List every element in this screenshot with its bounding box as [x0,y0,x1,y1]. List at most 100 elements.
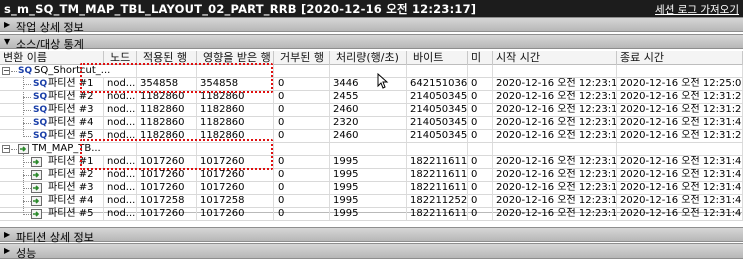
cell-mi: 0 [468,104,493,116]
tree-connector [23,97,31,98]
source-qualifier-icon: SQ [18,66,33,76]
get-session-log-link[interactable]: 세션 로그 가져오기 [655,2,739,17]
tree-connector [23,214,31,215]
cell-affected: 1182860 [197,104,274,116]
cell-affected: 1017260 [197,182,274,194]
cell-throughput: 3446 [330,78,407,90]
cell-start: 2020-12-16 오전 12:23:19 [493,156,617,168]
cell-rejected: 0 [274,208,330,220]
cell-node: nod... [104,104,137,116]
tree-connector [23,84,31,85]
cell-rejected: 0 [274,91,330,103]
cell-mi: 0 [468,182,493,194]
cell-node: nod... [104,195,137,207]
column-header[interactable]: 시작 시간 [493,51,617,65]
section-performance[interactable]: ▶ 성능 [0,243,743,259]
cell-bytes: 6421510368 [407,78,468,90]
mouse-cursor-icon [377,72,389,92]
cell-mi: 0 [468,130,493,142]
cell-end: 2020-12-16 오전 12:31:49 [617,208,743,220]
cell-rejected: 0 [274,195,330,207]
cell-node: nod... [104,182,137,194]
partition-row[interactable]: SQ 파티션 #4 nod... 1182860 1182860 0 2320 2140503… [0,117,743,130]
cell-bytes: 21405034560 [407,91,468,103]
cell-throughput: 2455 [330,91,407,103]
cell-throughput: 1995 [330,208,407,220]
cell-bytes: 18221125296 [407,195,468,207]
empty-cell [493,65,617,77]
source-qualifier-icon: SQ [33,131,48,141]
partition-row[interactable]: 파티션 #3 nod... 1017260 1017260 0 1995 182211611… [0,182,743,195]
column-header[interactable]: 처리량(행/초) [330,51,407,65]
column-header[interactable]: 거부된 행 [274,51,330,65]
cell-node: nod... [104,117,137,129]
collapse-arrow-icon[interactable]: ▼ [4,37,10,46]
column-header[interactable]: 종료 시간 [617,51,743,65]
section-partition-details[interactable]: ▶ 파티션 상세 정보 [0,227,743,244]
expand-arrow-icon[interactable]: ▶ [4,230,10,239]
cell-node: nod... [104,169,137,181]
section-source-target-stats[interactable]: ▼ 소스/대상 통계 [0,34,743,51]
target-table-icon [31,195,42,207]
expand-arrow-icon[interactable]: ▶ [4,246,10,255]
cell-throughput: 2460 [330,104,407,116]
cell-node: nod... [104,208,137,220]
target-table-icon [31,208,42,220]
tree-connector [23,201,31,202]
tree-connector [23,136,31,137]
empty-cell [274,65,330,77]
cell-end: 2020-12-16 오전 12:31:49 [617,117,743,129]
partition-row[interactable]: 파티션 #2 nod... 1017260 1017260 0 1995 182211611… [0,169,743,182]
cell-throughput: 1995 [330,156,407,168]
cell-end: 2020-12-16 오전 12:31:49 [617,156,743,168]
cell-end: 2020-12-16 오전 12:31:49 [617,182,743,194]
collapse-toggle-icon[interactable]: − [2,145,10,153]
cell-bytes: 18221161120 [407,156,468,168]
cell-rejected: 0 [274,78,330,90]
empty-cell [468,65,493,77]
cell-affected: 1017258 [197,195,274,207]
cell-applied: 1182860 [137,104,197,116]
partition-row[interactable]: SQ 파티션 #3 nod... 1182860 1182860 0 2460 2140503… [0,104,743,117]
cell-affected: 1182860 [197,117,274,129]
cell-throughput: 2460 [330,130,407,142]
source-qualifier-icon: SQ [33,105,48,115]
cell-applied: 1182860 [137,117,197,129]
cell-bytes: 18221161120 [407,169,468,181]
empty-cell [468,143,493,155]
cell-throughput: 1995 [330,169,407,181]
section-label: 작업 상세 정보 [16,21,84,34]
empty-cell [274,143,330,155]
column-header[interactable]: 미 [468,51,493,65]
cell-end: 2020-12-16 오전 12:31:20 [617,104,743,116]
expand-arrow-icon[interactable]: ▶ [4,20,10,29]
section-label: 성능 [16,247,37,259]
partition-name: 파티션 #3 [48,182,94,193]
cell-start: 2020-12-16 오전 12:23:19 [493,117,617,129]
tree-connector [23,123,31,124]
empty-cell [617,65,743,77]
source-qualifier-icon: SQ [33,92,48,102]
partition-name: 파티션 #5 [48,208,94,219]
cell-end: 2020-12-16 오전 12:31:49 [617,169,743,181]
empty-cell [330,143,407,155]
collapse-toggle-icon[interactable]: − [2,67,10,75]
partition-name: 파티션 #4 [48,117,94,128]
cell-start: 2020-12-16 오전 12:23:19 [493,78,617,90]
cell-start: 2020-12-16 오전 12:23:19 [493,104,617,116]
cell-mi: 0 [468,195,493,207]
empty-cell [407,143,468,155]
cell-throughput: 1995 [330,182,407,194]
target-table-icon [31,156,42,168]
section-job-details[interactable]: ▶ 작업 상세 정보 [0,17,743,34]
cell-bytes: 21405034560 [407,104,468,116]
column-header[interactable]: 바이트 [407,51,468,65]
partition-row[interactable]: 파티션 #5 nod... 1017260 1017260 0 1995 182211611… [0,208,743,221]
cell-start: 2020-12-16 오전 12:23:19 [493,208,617,220]
partition-row[interactable]: 파티션 #4 nod... 1017258 1017258 0 1995 182211252… [0,195,743,208]
tree-connector [23,110,31,111]
partition-name: 파티션 #3 [48,104,94,115]
cell-mi: 0 [468,78,493,90]
source-qualifier-icon: SQ [33,79,48,89]
cell-applied: 1017258 [137,195,197,207]
